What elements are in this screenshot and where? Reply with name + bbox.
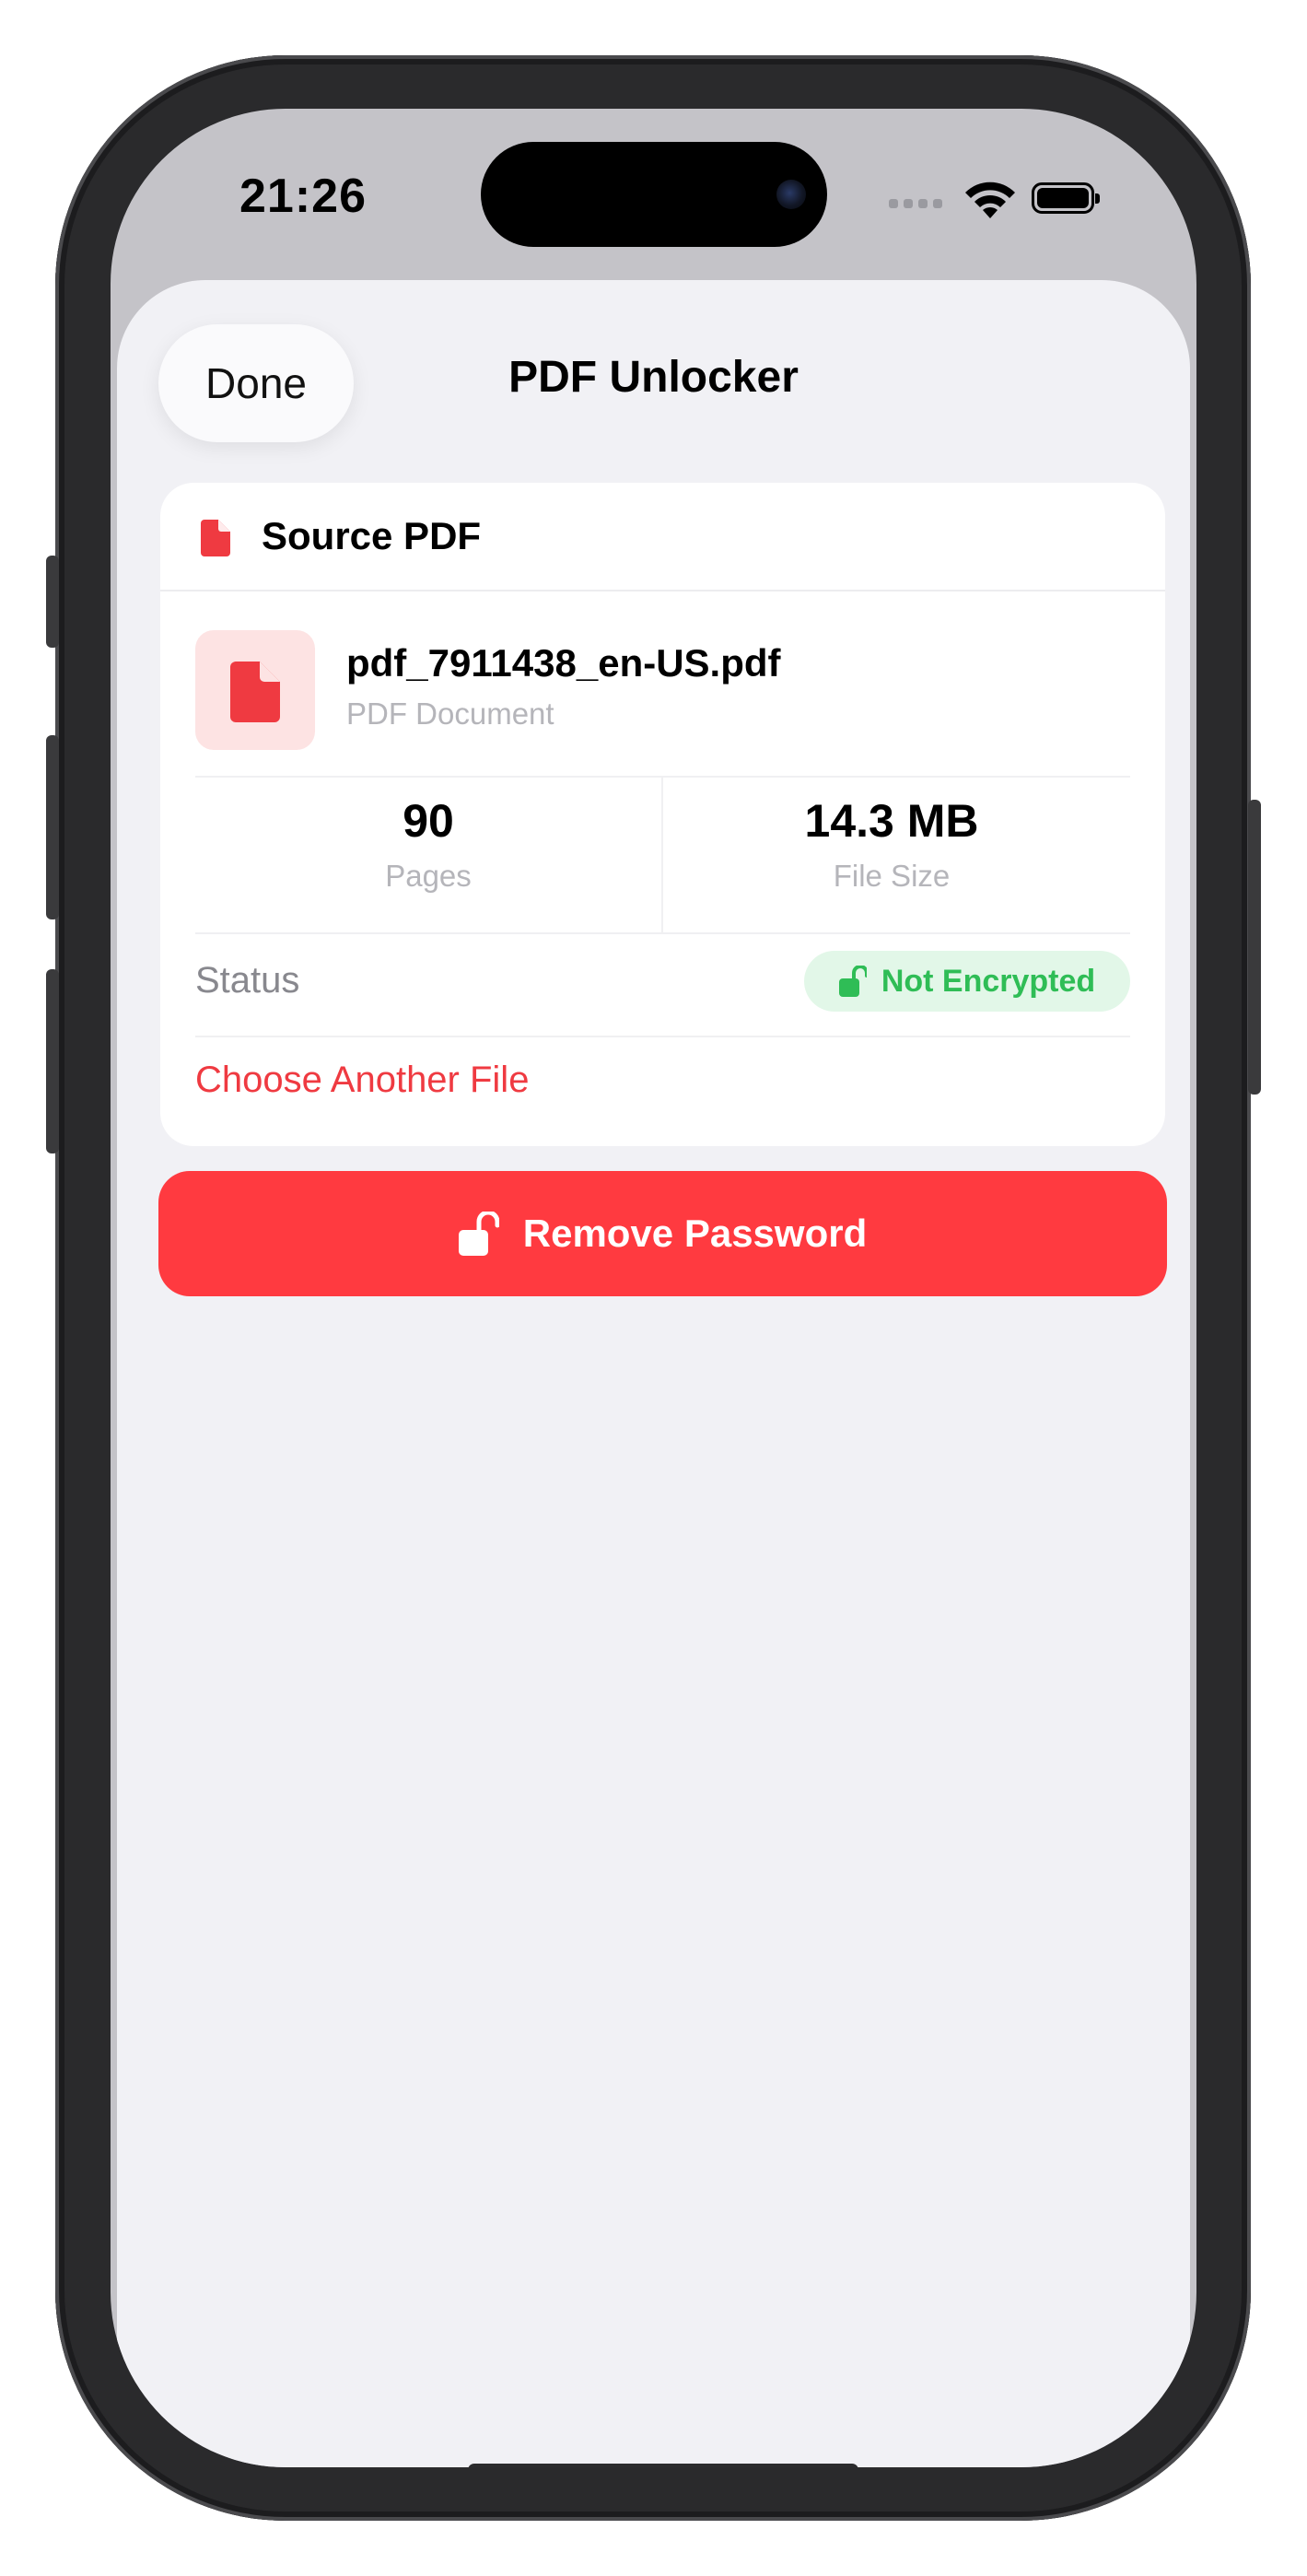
choose-another-file-button[interactable]: Choose Another File — [195, 1060, 529, 1101]
status-badge: Not Encrypted — [804, 951, 1130, 1012]
status-badge-text: Not Encrypted — [881, 963, 1096, 999]
wifi-icon — [965, 181, 1015, 218]
file-size-value: 14.3 MB — [804, 795, 979, 847]
battery-icon — [1032, 182, 1100, 214]
screen: 21:26 Done PDF Unlocker Source PDF pdf_7… — [111, 109, 1196, 2467]
divider — [195, 932, 1130, 934]
unlock-icon — [458, 1212, 499, 1256]
file-type: PDF Document — [346, 697, 554, 731]
unlock-icon — [838, 966, 867, 997]
file-name: pdf_7911438_en-US.pdf — [346, 641, 781, 685]
front-camera — [776, 180, 806, 209]
remove-password-label: Remove Password — [522, 1212, 868, 1255]
file-thumbnail — [195, 630, 315, 750]
action-button — [46, 556, 59, 648]
document-icon — [201, 520, 230, 556]
status-label: Status — [195, 960, 300, 1001]
status-time: 21:26 — [239, 170, 367, 223]
divider — [661, 776, 663, 932]
sheet: Done PDF Unlocker Source PDF pdf_7911438… — [117, 280, 1190, 2467]
card-header: Source PDF — [160, 483, 1165, 591]
divider — [195, 1036, 1130, 1037]
volume-up-button — [46, 735, 59, 919]
page-title: PDF Unlocker — [508, 353, 799, 402]
remove-password-button[interactable]: Remove Password — [158, 1171, 1167, 1296]
file-size-label: File Size — [833, 859, 951, 893]
dynamic-island — [481, 142, 827, 247]
signal-icon — [889, 199, 942, 208]
pages-value: 90 — [403, 795, 454, 847]
volume-down-button — [46, 969, 59, 1153]
pdf-file-icon — [230, 662, 280, 722]
source-pdf-card: Source PDF pdf_7911438_en-US.pdf PDF Doc… — [160, 483, 1165, 1146]
power-button — [1248, 800, 1261, 1095]
section-title: Source PDF — [262, 514, 482, 557]
home-indicator[interactable] — [468, 2464, 858, 2467]
pages-label: Pages — [385, 859, 472, 893]
